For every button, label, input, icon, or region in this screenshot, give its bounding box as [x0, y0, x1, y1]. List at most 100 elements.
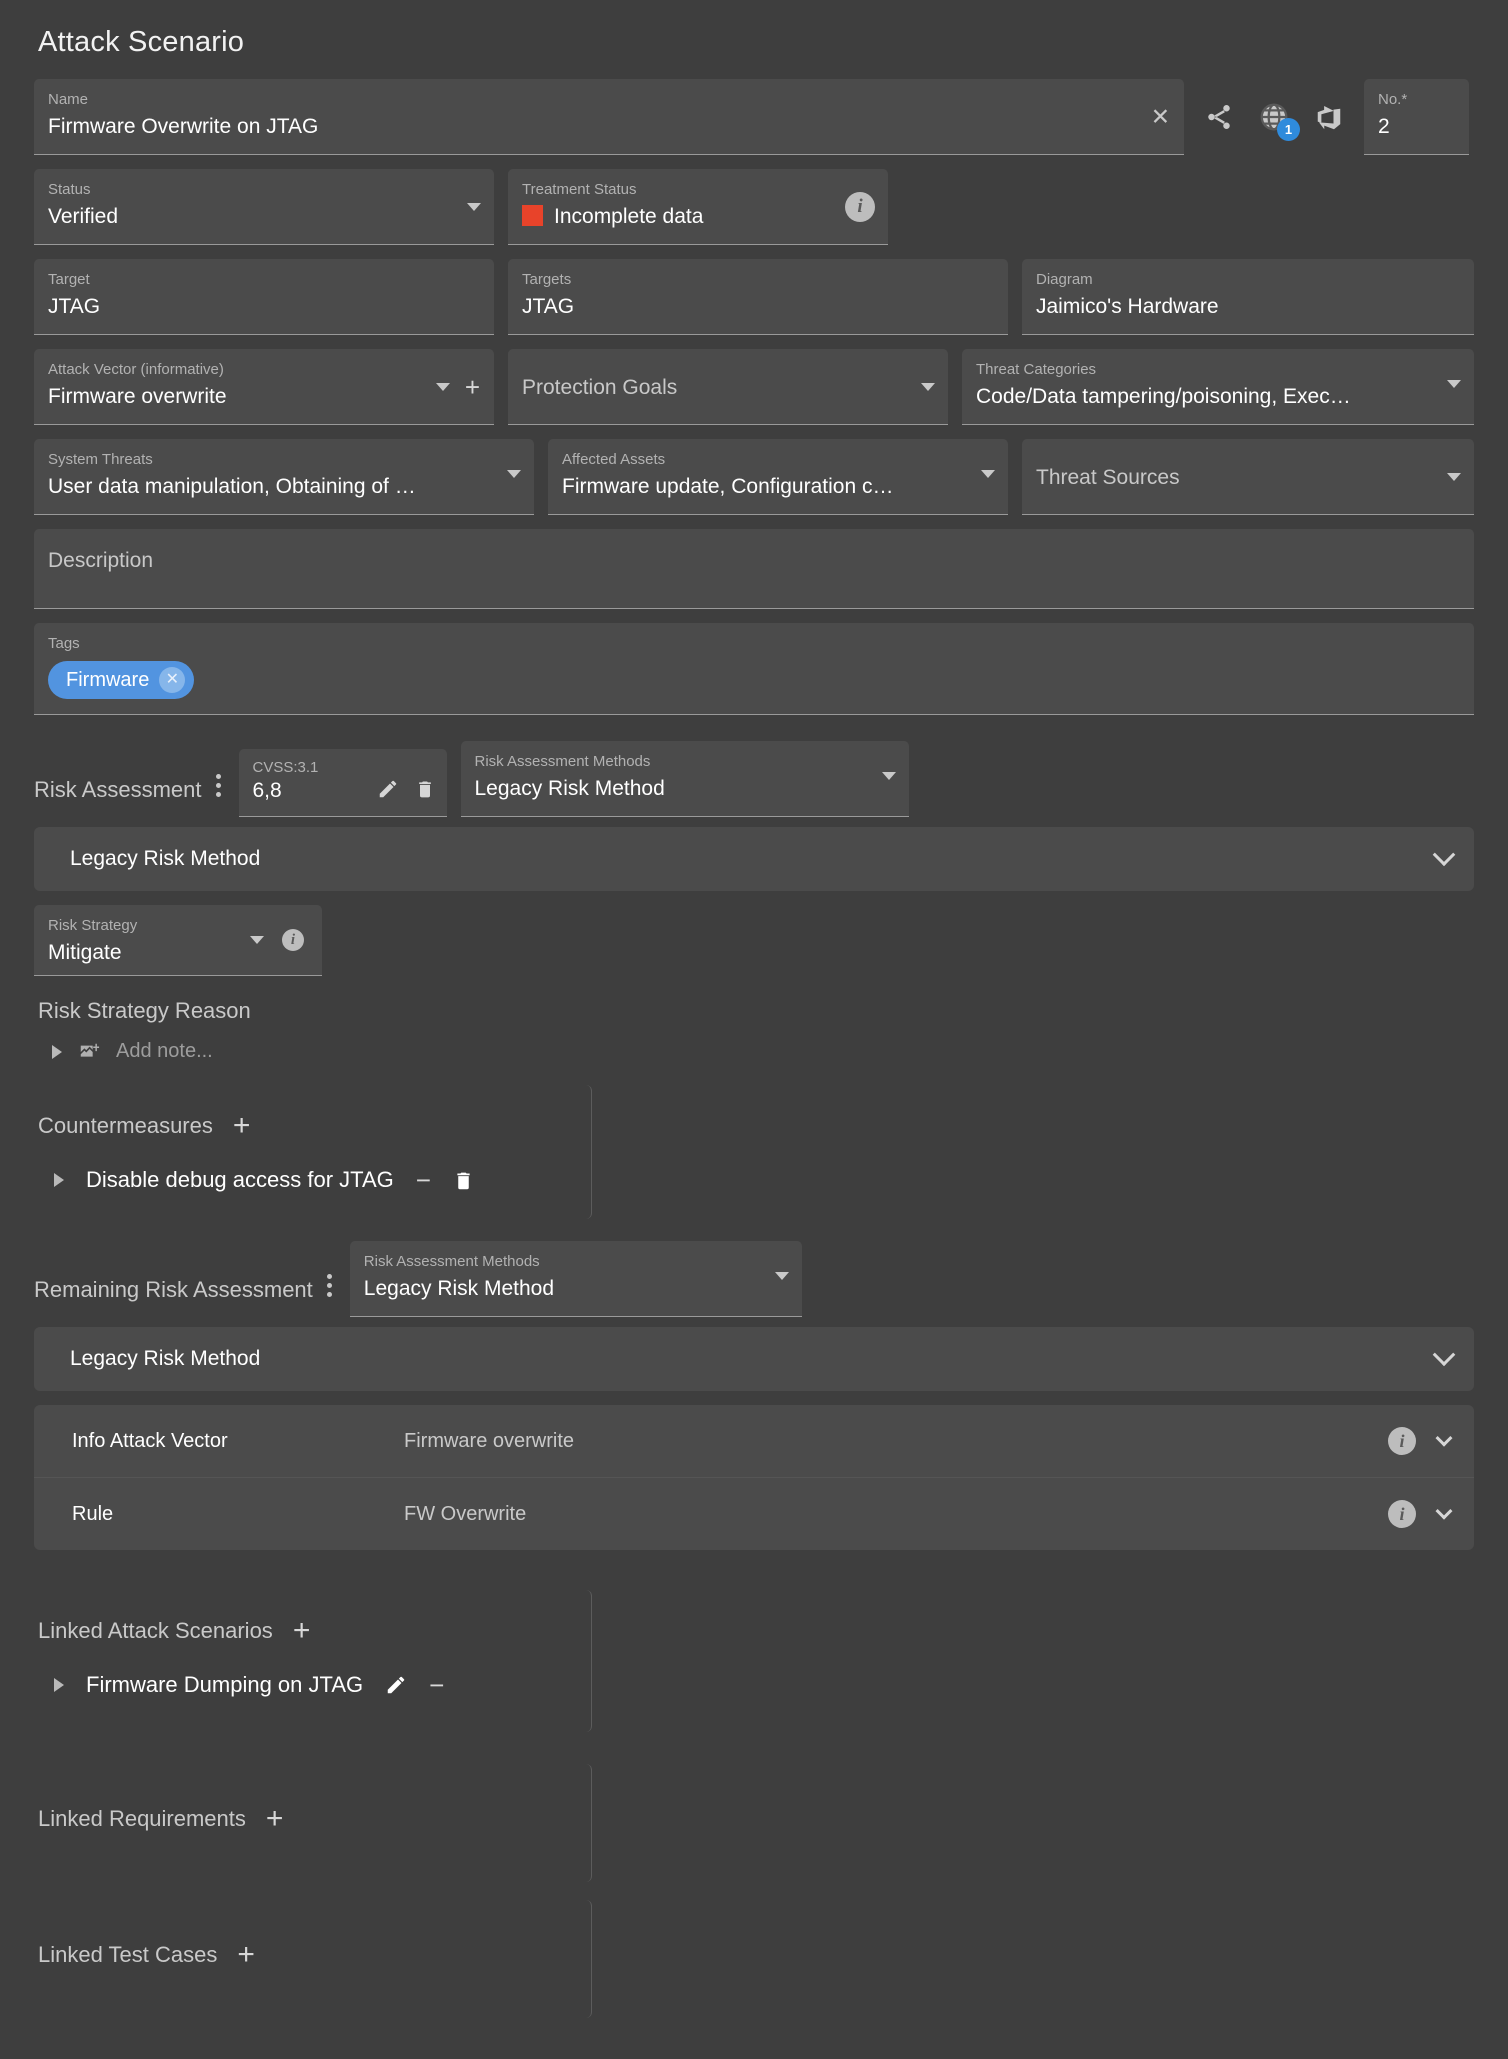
treatment-status-value-wrap: Incomplete data — [522, 204, 874, 230]
number-value[interactable]: 2 — [1378, 114, 1455, 140]
attack-vector-field[interactable]: Attack Vector (informative) Firmware ove… — [34, 349, 494, 425]
close-icon[interactable]: ✕ — [159, 667, 186, 693]
name-row: Name Firmware Overwrite on JTAG ✕ 1 No.*… — [34, 79, 1474, 155]
trash-icon[interactable] — [453, 1170, 474, 1191]
chevron-down-icon[interactable] — [507, 469, 521, 478]
target-value: JTAG — [48, 295, 101, 318]
triangle-right-icon[interactable] — [52, 1044, 62, 1059]
tags-field[interactable]: Tags Firmware ✕ — [34, 623, 1474, 715]
linked-attack-scenario-label: Firmware Dumping on JTAG — [86, 1672, 364, 1697]
minus-icon[interactable]: − — [416, 1167, 431, 1193]
remaining-legacy-risk-method-expander[interactable]: Legacy Risk Method — [34, 1327, 1474, 1391]
risk-strategy-field[interactable]: Risk Strategy Mitigate i — [34, 905, 322, 976]
status-field[interactable]: Status Verified — [34, 169, 494, 245]
chevron-down-icon[interactable] — [881, 771, 896, 780]
treatment-status-label: Treatment Status — [522, 181, 637, 198]
azure-devops-icon[interactable] — [1314, 102, 1344, 132]
add-note-placeholder[interactable]: Add note... — [116, 1040, 213, 1063]
name-field[interactable]: Name Firmware Overwrite on JTAG ✕ — [34, 79, 1184, 155]
system-threats-field[interactable]: System Threats User data manipulation, O… — [34, 439, 534, 515]
triangle-right-icon[interactable] — [54, 1173, 64, 1187]
diagram-value: Jaimico's Hardware — [1036, 295, 1219, 318]
share-nodes-icon[interactable] — [1204, 102, 1234, 132]
plus-icon[interactable]: + — [293, 1616, 311, 1646]
linked-requirements-header: Linked Requirements + — [38, 1804, 591, 1834]
treatment-status-value: Incomplete data — [554, 205, 704, 228]
status-badge — [522, 205, 543, 226]
risk-strategy-reason-note-row[interactable]: Add note... — [34, 1030, 1474, 1073]
threat-categories-field[interactable]: Threat Categories Code/Data tampering/po… — [962, 349, 1474, 425]
description-field[interactable]: Description — [34, 529, 1474, 609]
globe-icon[interactable]: 1 — [1258, 101, 1300, 141]
chevron-down-icon[interactable] — [1432, 843, 1456, 867]
pencil-icon[interactable] — [377, 778, 399, 800]
target-field[interactable]: Target JTAG — [34, 259, 494, 335]
linked-test-cases-header: Linked Test Cases + — [38, 1940, 591, 1970]
threat-sources-field[interactable]: Threat Sources — [1022, 439, 1474, 515]
risk-assessment-title: Risk Assessment — [34, 777, 202, 802]
plus-icon[interactable]: + — [465, 374, 480, 400]
threat-sources-placeholder: Threat Sources — [1036, 466, 1180, 489]
description-placeholder: Description — [48, 549, 154, 572]
list-item[interactable]: Disable debug access for JTAG − — [38, 1167, 591, 1193]
risk-assessment-methods-field[interactable]: Risk Assessment Methods Legacy Risk Meth… — [460, 741, 909, 817]
diagram-field[interactable]: Diagram Jaimico's Hardware — [1022, 259, 1474, 335]
chevron-down-icon[interactable] — [1432, 1343, 1456, 1367]
name-input-value[interactable]: Firmware Overwrite on JTAG — [48, 114, 1170, 140]
close-icon[interactable]: ✕ — [1151, 105, 1170, 128]
remaining-risk-methods-field[interactable]: Risk Assessment Methods Legacy Risk Meth… — [349, 1241, 802, 1317]
protection-goals-field[interactable]: Protection Goals — [508, 349, 948, 425]
targets-field[interactable]: Targets JTAG — [508, 259, 1008, 335]
chevron-down-icon[interactable] — [467, 202, 481, 211]
plus-icon[interactable]: + — [266, 1804, 284, 1834]
number-field[interactable]: No.* 2 — [1364, 79, 1469, 155]
info-icon[interactable]: i — [1388, 1427, 1416, 1455]
risk-strategy-reason-title: Risk Strategy Reason — [38, 998, 251, 1023]
chevron-down-icon[interactable] — [436, 382, 450, 391]
linked-attack-scenarios-title: Linked Attack Scenarios — [38, 1618, 273, 1643]
row-value: Firmware overwrite — [404, 1429, 575, 1452]
chevron-down-icon[interactable] — [921, 382, 935, 391]
plus-icon[interactable]: + — [237, 1940, 255, 1970]
add-image-icon[interactable] — [78, 1041, 100, 1063]
countermeasure-label: Disable debug access for JTAG — [86, 1167, 394, 1192]
cvss-field[interactable]: CVSS:3.1 6,8 — [238, 749, 447, 817]
legacy-risk-method-expander[interactable]: Legacy Risk Method — [34, 827, 1474, 891]
linked-test-cases-title: Linked Test Cases — [38, 1942, 218, 1967]
table-row[interactable]: Rule FW Overwrite i — [34, 1478, 1474, 1550]
trash-icon[interactable] — [415, 779, 435, 799]
protection-goals-placeholder: Protection Goals — [522, 376, 678, 399]
pencil-icon[interactable] — [385, 1674, 407, 1696]
chevron-down-icon[interactable] — [250, 936, 264, 944]
chevron-down-icon[interactable] — [1447, 379, 1461, 388]
list-item[interactable]: Firmware Dumping on JTAG − — [38, 1672, 591, 1698]
linked-requirements-title: Linked Requirements — [38, 1806, 246, 1831]
countermeasures-header: Countermeasures + — [38, 1111, 591, 1141]
info-icon[interactable]: i — [1388, 1500, 1416, 1528]
legacy-risk-method-label: Legacy Risk Method — [70, 847, 261, 870]
chevron-down-icon[interactable] — [981, 469, 995, 478]
kebab-menu-icon[interactable] — [202, 774, 239, 817]
attack-vector-label: Attack Vector (informative) — [48, 361, 224, 378]
tag-chip[interactable]: Firmware ✕ — [48, 661, 195, 699]
number-label: No.* — [1378, 91, 1408, 108]
row-actions: i — [1388, 1427, 1453, 1455]
plus-icon[interactable]: + — [233, 1111, 251, 1141]
affected-assets-field[interactable]: Affected Assets Firmware update, Configu… — [548, 439, 1008, 515]
chevron-down-icon[interactable] — [774, 1271, 789, 1280]
name-label: Name — [48, 91, 89, 108]
threat-categories-value: Code/Data tampering/poisoning, Exec… — [976, 385, 1351, 408]
chevron-down-icon[interactable] — [1435, 1429, 1453, 1447]
risk-strategy-reason-section: Risk Strategy Reason Add note... — [34, 998, 1474, 1073]
chevron-down-icon[interactable] — [1447, 472, 1461, 481]
kebab-menu-icon[interactable] — [313, 1274, 350, 1317]
status-row: Status Verified Treatment Status Incompl… — [34, 169, 1474, 245]
remaining-risk-assessment-title: Remaining Risk Assessment — [34, 1277, 313, 1302]
diagram-label: Diagram — [1036, 271, 1093, 288]
chevron-down-icon[interactable] — [1435, 1502, 1453, 1520]
minus-icon[interactable]: − — [429, 1672, 444, 1698]
info-icon[interactable]: i — [845, 191, 875, 222]
info-icon[interactable]: i — [282, 929, 304, 951]
triangle-right-icon[interactable] — [54, 1678, 64, 1692]
table-row[interactable]: Info Attack Vector Firmware overwrite i — [34, 1405, 1474, 1478]
